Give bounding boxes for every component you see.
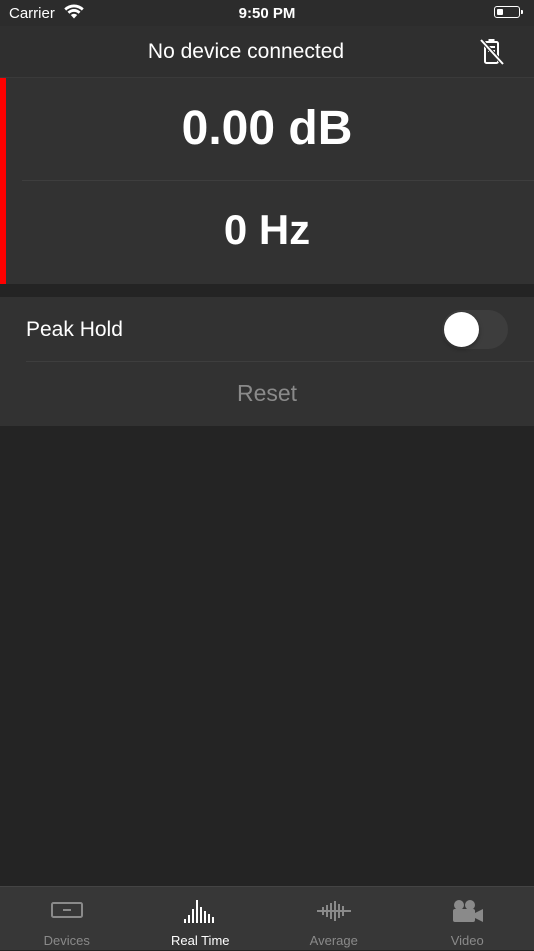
tab-bar: Devices Real Time Average bbox=[0, 886, 534, 950]
frequency-readout: 0 Hz bbox=[0, 206, 534, 254]
page-title: No device connected bbox=[0, 40, 492, 64]
tab-label: Average bbox=[267, 933, 401, 948]
peak-hold-label: Peak Hold bbox=[26, 318, 123, 342]
tab-real-time[interactable]: Real Time bbox=[134, 887, 268, 951]
nav-bar: No device connected bbox=[0, 26, 534, 78]
toggle-knob bbox=[444, 312, 479, 347]
average-spectrum-icon bbox=[316, 897, 352, 925]
status-time: 9:50 PM bbox=[0, 5, 534, 22]
tab-label: Real Time bbox=[134, 933, 268, 948]
real-time-spectrum-icon bbox=[182, 897, 218, 925]
battery-level bbox=[497, 9, 503, 15]
db-readout: 0.00 dB bbox=[0, 101, 534, 156]
tab-video[interactable]: Video bbox=[401, 887, 534, 951]
tab-average[interactable]: Average bbox=[267, 887, 401, 951]
tab-label: Video bbox=[401, 933, 534, 948]
meter-divider bbox=[22, 180, 534, 181]
video-camera-icon bbox=[449, 897, 485, 925]
devices-icon bbox=[49, 897, 85, 925]
reset-button[interactable]: Reset bbox=[0, 361, 534, 426]
tab-label: Devices bbox=[0, 933, 134, 948]
db-row: 0.00 dB bbox=[0, 78, 534, 180]
status-bar: Carrier 9:50 PM bbox=[0, 0, 534, 26]
meter-panel: 0.00 dB 0 Hz bbox=[0, 78, 534, 284]
peak-hold-toggle[interactable] bbox=[442, 310, 508, 349]
tab-devices[interactable]: Devices bbox=[0, 887, 134, 951]
settings-panel: Peak Hold Reset bbox=[0, 297, 534, 426]
device-disconnected-icon[interactable] bbox=[478, 37, 506, 67]
battery-icon bbox=[494, 6, 520, 18]
battery-nub bbox=[521, 10, 523, 14]
